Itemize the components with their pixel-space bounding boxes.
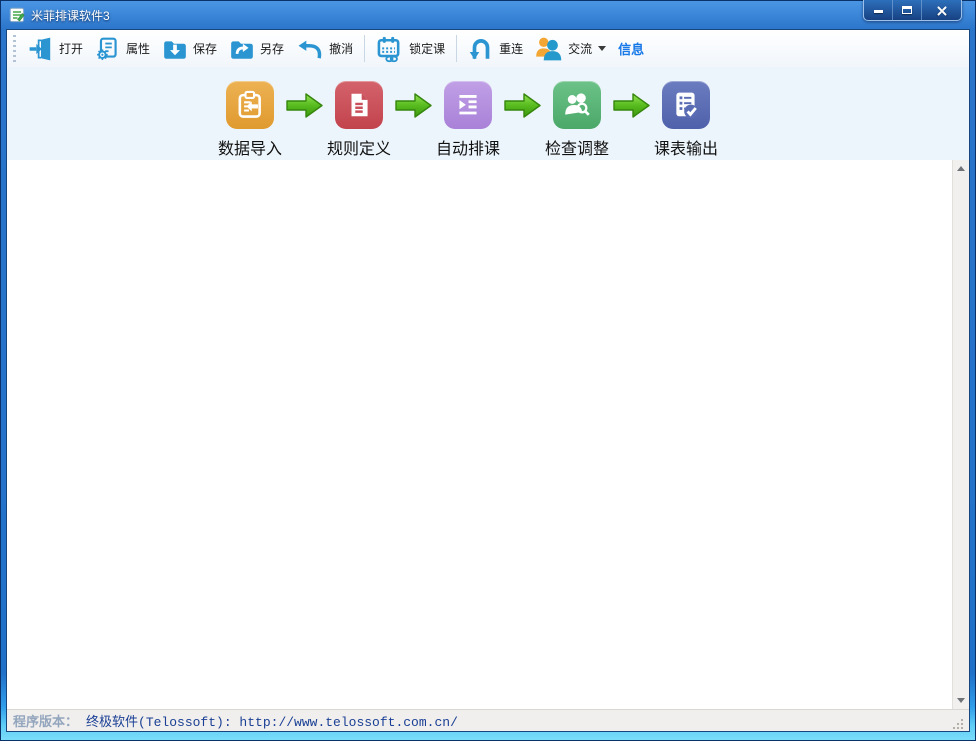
properties-button[interactable]: 属性	[89, 33, 156, 65]
open-door-icon	[29, 37, 51, 60]
chevron-down-icon	[598, 46, 607, 51]
open-label: 打开	[59, 42, 84, 56]
triangle-down-icon	[957, 698, 965, 703]
undo-label: 撤消	[329, 42, 354, 56]
workflow-strip: 数据导入 规则定义 自动排课 检查调整 课表输出	[7, 67, 969, 160]
data-import-icon	[226, 81, 274, 129]
window-controls	[863, 0, 962, 21]
app-window: 米菲排课软件3 打开 属性 保存 另存 撤消 锁定课 重连 交流 信息 数据导入…	[0, 0, 976, 741]
step-label: 课表输出	[654, 141, 719, 158]
save-as-label: 另存	[260, 42, 285, 56]
step-label: 自动排课	[436, 141, 501, 158]
save-as-button[interactable]: 另存	[223, 33, 290, 65]
workflow-arrow-icon	[493, 92, 552, 119]
resize-grip[interactable]	[951, 717, 965, 731]
save-as-folder-icon	[231, 40, 253, 59]
reconnect-arrow-icon	[469, 38, 490, 59]
reconnect-button[interactable]: 重连	[462, 33, 529, 65]
properties-gear-icon	[97, 37, 117, 60]
save-label: 保存	[193, 42, 218, 56]
toolbar-separator	[456, 35, 458, 62]
titlebar[interactable]: 米菲排课软件3	[1, 0, 975, 29]
step-rule-definition[interactable]: 规则定义	[327, 67, 391, 159]
community-button[interactable]: 交流	[529, 32, 614, 66]
workflow-arrow-icon	[602, 92, 661, 119]
timetable-output-icon	[662, 81, 710, 129]
save-button[interactable]: 保存	[156, 33, 223, 65]
info-link[interactable]: 信息	[614, 36, 648, 61]
lock-course-label: 锁定课	[409, 42, 446, 56]
step-check-adjust[interactable]: 检查调整	[545, 67, 609, 159]
reconnect-label: 重连	[499, 42, 524, 56]
maximize-button[interactable]	[893, 0, 922, 20]
statusbar: 程序版本： 终极软件(Telossoft): http://www.teloss…	[7, 709, 969, 731]
window-title: 米菲排课软件3	[31, 8, 110, 23]
scroll-up-button[interactable]	[953, 160, 969, 177]
vendor-url-text: 终极软件(Telossoft): http://www.telossoft.co…	[86, 715, 458, 730]
undo-arrow-icon	[298, 40, 322, 59]
close-button[interactable]	[922, 0, 961, 20]
minimize-icon	[873, 9, 883, 13]
save-folder-icon	[164, 40, 186, 59]
rule-definition-icon	[335, 81, 383, 129]
triangle-up-icon	[957, 166, 965, 171]
toolbar: 打开 属性 保存 另存 撤消 锁定课 重连 交流 信息	[7, 30, 969, 67]
step-label: 数据导入	[218, 141, 283, 158]
step-timetable-output[interactable]: 课表输出	[654, 67, 718, 159]
version-label: 程序版本：	[13, 715, 79, 730]
community-label: 交流	[568, 42, 593, 56]
toolbar-separator	[364, 35, 366, 62]
close-icon	[936, 5, 947, 16]
toolbar-gripper[interactable]	[13, 34, 16, 63]
lock-course-button[interactable]: 锁定课	[370, 32, 451, 66]
minimize-button[interactable]	[864, 0, 893, 20]
scroll-down-button[interactable]	[953, 692, 969, 709]
step-label: 规则定义	[327, 141, 392, 158]
vertical-scrollbar[interactable]	[952, 160, 969, 709]
open-button[interactable]: 打开	[22, 33, 89, 65]
workflow-arrow-icon	[275, 92, 334, 119]
workflow-arrow-icon	[384, 92, 443, 119]
check-adjust-icon	[553, 81, 601, 129]
maximize-icon	[902, 6, 912, 14]
main-canvas[interactable]	[7, 160, 969, 709]
step-data-import[interactable]: 数据导入	[218, 67, 282, 159]
client-area: 打开 属性 保存 另存 撤消 锁定课 重连 交流 信息 数据导入 规则定义 自动…	[6, 29, 970, 732]
app-icon	[9, 7, 25, 23]
undo-button[interactable]: 撤消	[290, 33, 359, 65]
step-auto-schedule[interactable]: 自动排课	[436, 67, 500, 159]
lock-course-calendar-icon	[377, 36, 400, 62]
people-icon	[536, 37, 562, 60]
auto-schedule-icon	[444, 81, 492, 129]
properties-label: 属性	[126, 42, 151, 56]
step-label: 检查调整	[545, 141, 610, 158]
